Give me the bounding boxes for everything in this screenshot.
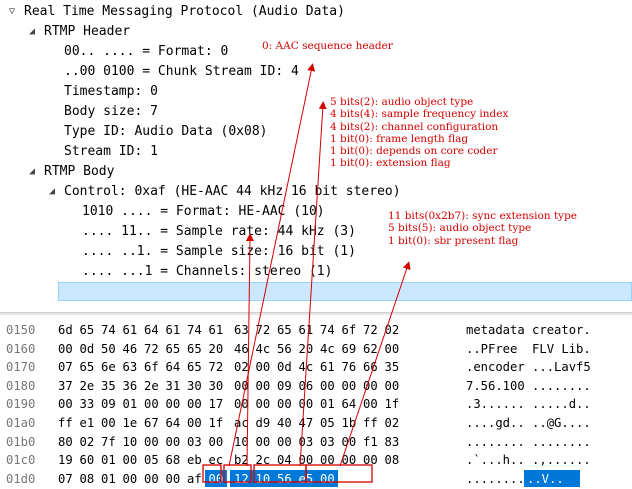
box-56-e5-00	[305, 464, 373, 483]
arrow-sync	[339, 261, 411, 467]
box-12-10	[253, 464, 307, 483]
arrow-byte-00	[245, 233, 254, 467]
box-af	[202, 464, 222, 483]
annotation-arrows	[202, 63, 411, 483]
arrow-format	[228, 63, 316, 467]
box-00	[223, 464, 252, 483]
arrow-asc	[299, 101, 327, 467]
